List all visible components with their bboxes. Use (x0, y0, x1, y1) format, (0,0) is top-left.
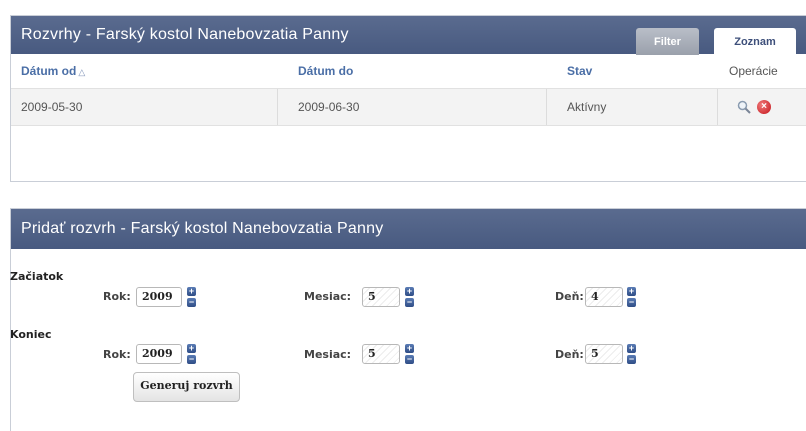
minus-icon[interactable]: − (187, 355, 196, 364)
end-day-stepper[interactable]: + − (627, 344, 636, 364)
start-month-stepper[interactable]: + − (405, 287, 414, 307)
start-year-label: Rok: (103, 290, 131, 303)
end-month-label: Mesiac: (304, 348, 352, 361)
add-schedule-panel: Pridať rozvrh - Farský kostol Nanebovzat… (10, 208, 806, 431)
end-year-label: Rok: (103, 348, 131, 361)
minus-icon[interactable]: − (405, 298, 414, 307)
plus-icon[interactable]: + (187, 287, 196, 296)
list-panel-header: Rozvrhy - Farský kostol Nanebovzatia Pan… (11, 16, 806, 55)
start-label: Začiatok (10, 270, 64, 283)
plus-icon[interactable]: + (405, 344, 414, 353)
end-day-label: Deň: (555, 348, 584, 361)
column-divider (277, 89, 278, 125)
column-header-date-from[interactable]: Dátum od △ (21, 54, 85, 88)
column-header-operations: Operácie (729, 64, 778, 78)
tab-filter[interactable]: Filter (636, 28, 699, 55)
sort-ascending-icon: △ (78, 67, 86, 77)
cell-date-from: 2009-05-30 (21, 100, 83, 114)
generate-schedule-button[interactable]: Generuj rozvrh (133, 372, 240, 402)
column-header-date-from-label: Dátum od (21, 64, 77, 78)
schedules-list-panel: Rozvrhy - Farský kostol Nanebovzatia Pan… (10, 15, 806, 182)
list-panel-title: Rozvrhy - Farský kostol Nanebovzatia Pan… (21, 26, 349, 43)
end-label: Koniec (10, 328, 52, 341)
tab-zoznam[interactable]: Zoznam (714, 28, 796, 55)
end-day-field[interactable]: 5 (585, 344, 623, 364)
table-row: 2009-05-30 2009-06-30 Aktívny × (11, 88, 806, 126)
minus-icon[interactable]: − (627, 355, 636, 364)
start-day-stepper[interactable]: + − (627, 287, 636, 307)
start-day-field[interactable]: 4 (585, 287, 623, 307)
plus-icon[interactable]: + (405, 287, 414, 296)
start-year-field[interactable]: 2009 (136, 287, 182, 307)
end-month-stepper[interactable]: + − (405, 344, 414, 364)
plus-icon[interactable]: + (627, 287, 636, 296)
minus-icon[interactable]: − (627, 298, 636, 307)
column-header-date-to[interactable]: Dátum do (298, 54, 353, 88)
column-divider (717, 89, 718, 125)
plus-icon[interactable]: + (187, 344, 196, 353)
add-panel-title: Pridať rozvrh - Farský kostol Nanebovzat… (21, 220, 384, 237)
start-year-stepper[interactable]: + − (187, 287, 196, 307)
delete-icon[interactable]: × (757, 100, 771, 114)
start-month-field[interactable]: 5 (362, 287, 400, 307)
end-month-field[interactable]: 5 (362, 344, 400, 364)
minus-icon[interactable]: − (405, 355, 414, 364)
plus-icon[interactable]: + (627, 344, 636, 353)
column-divider (546, 89, 547, 125)
minus-icon[interactable]: − (187, 298, 196, 307)
search-icon[interactable] (737, 100, 751, 114)
cell-status: Aktívny (567, 100, 607, 114)
column-header-status[interactable]: Stav (567, 54, 592, 88)
start-day-label: Deň: (555, 290, 584, 303)
add-panel-header: Pridať rozvrh - Farský kostol Nanebovzat… (11, 209, 806, 249)
start-month-label: Mesiac: (304, 290, 352, 303)
end-year-stepper[interactable]: + − (187, 344, 196, 364)
cell-date-to: 2009-06-30 (298, 100, 360, 114)
end-year-field[interactable]: 2009 (136, 344, 182, 364)
